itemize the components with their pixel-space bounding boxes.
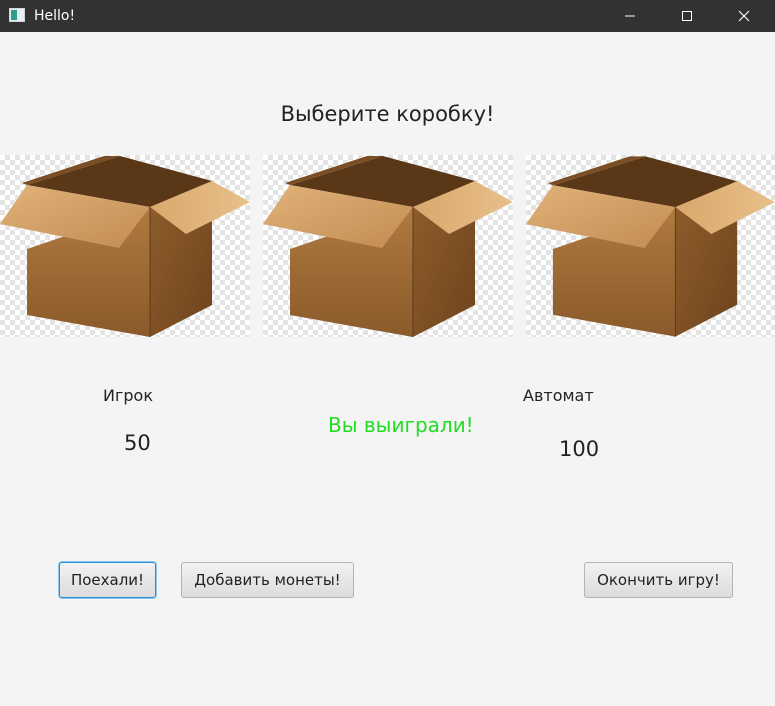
machine-score: 100 bbox=[559, 437, 600, 461]
minimize-icon bbox=[625, 15, 635, 17]
cardboard-box-icon bbox=[0, 156, 250, 337]
window-title: Hello! bbox=[34, 8, 76, 24]
player-score: 50 bbox=[124, 431, 151, 455]
result-message: Вы выиграли! bbox=[328, 413, 474, 437]
page-heading: Выберите коробку! bbox=[280, 102, 495, 126]
cardboard-box-icon bbox=[263, 156, 513, 337]
minimize-button[interactable] bbox=[602, 0, 658, 32]
maximize-button[interactable] bbox=[659, 0, 715, 32]
maximize-icon bbox=[682, 11, 692, 21]
box-option-3[interactable] bbox=[526, 155, 775, 337]
app-icon bbox=[9, 8, 25, 22]
add-coins-button[interactable]: Добавить монеты! bbox=[181, 562, 354, 598]
close-icon bbox=[738, 10, 750, 22]
cardboard-box-icon bbox=[526, 156, 775, 337]
title-bar: Hello! bbox=[0, 0, 775, 32]
close-button[interactable] bbox=[716, 0, 772, 32]
machine-label: Автомат bbox=[523, 386, 594, 405]
finish-game-button[interactable]: Окончить игру! bbox=[584, 562, 733, 598]
box-option-2[interactable] bbox=[263, 155, 513, 337]
player-label: Игрок bbox=[103, 386, 153, 405]
box-option-1[interactable] bbox=[0, 155, 250, 337]
go-button[interactable]: Поехали! bbox=[59, 562, 156, 598]
